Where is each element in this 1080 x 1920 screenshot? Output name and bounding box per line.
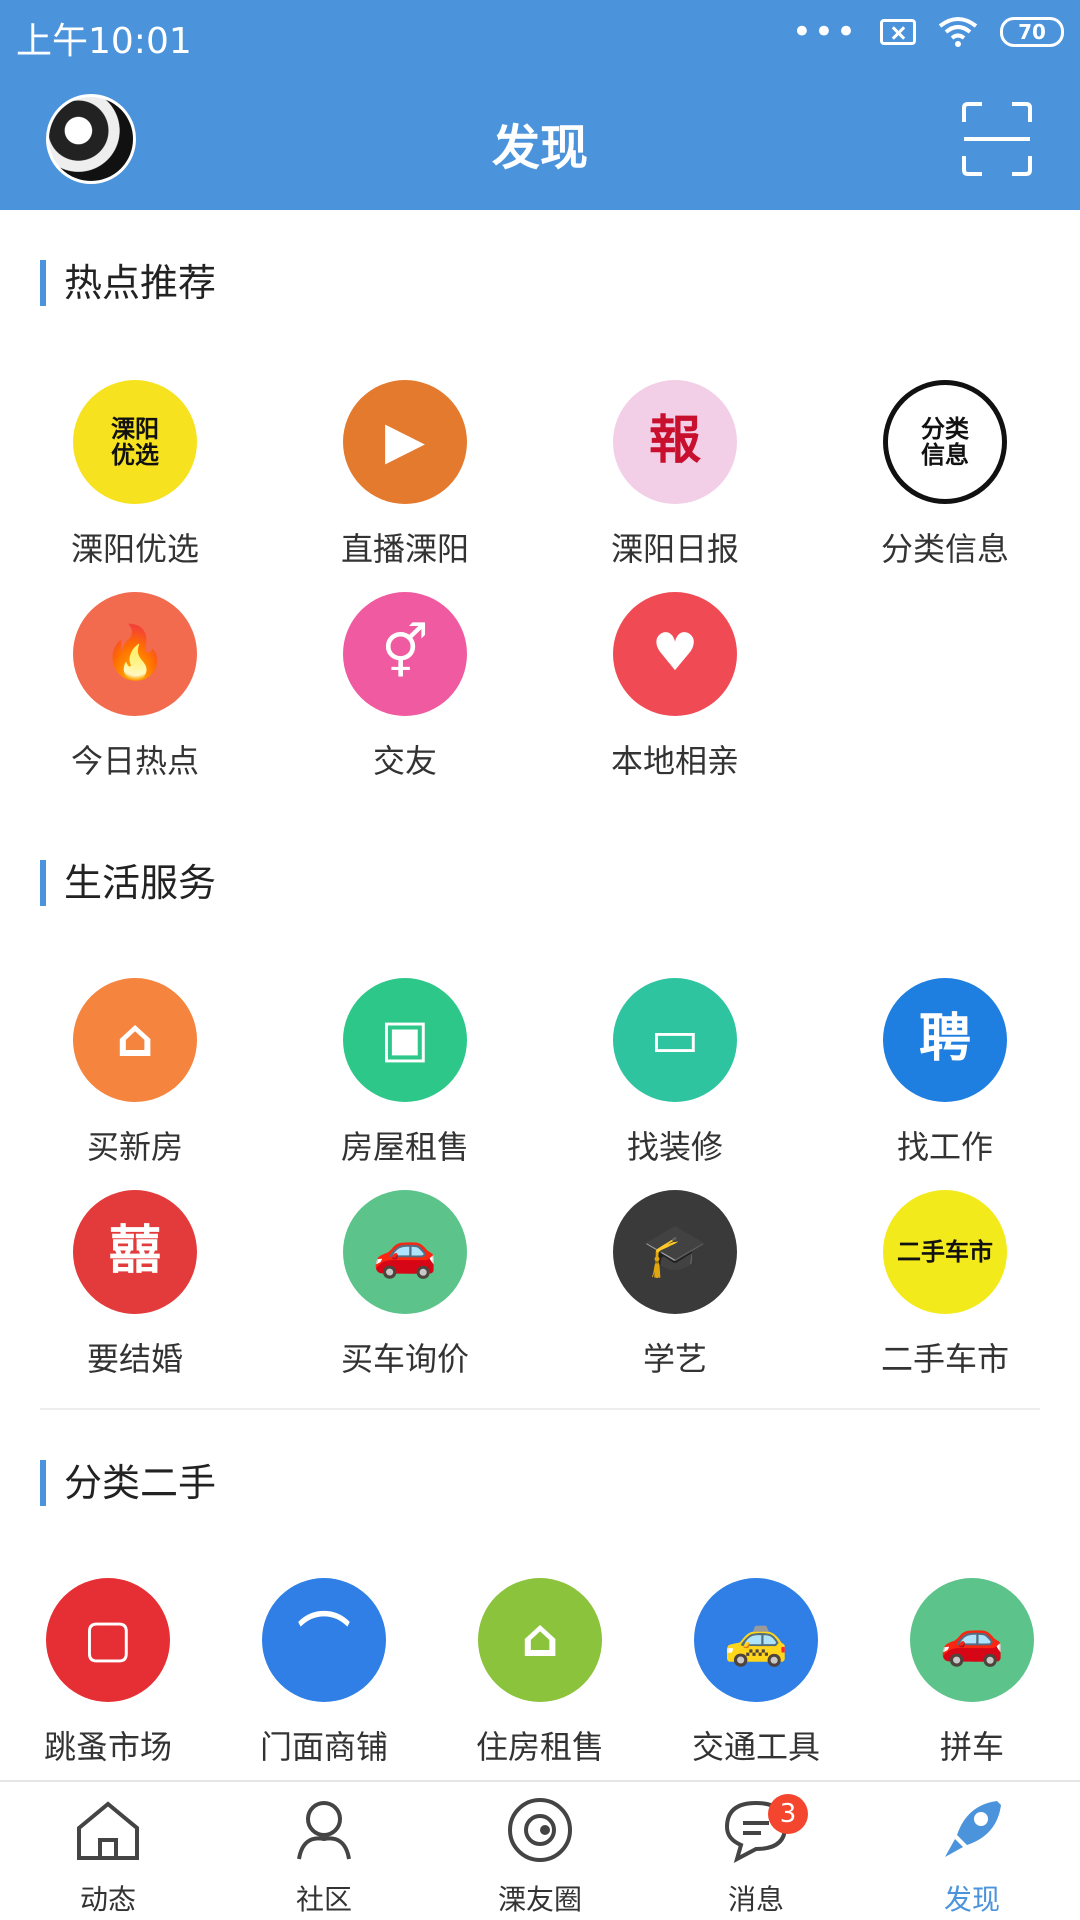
flea-market-icon: ▢ — [46, 1578, 170, 1702]
grid-item-label: 交友 — [372, 742, 437, 780]
liyang-youxuan-icon: 溧阳 优选 — [73, 380, 197, 504]
wifi-icon — [938, 17, 978, 47]
page-title: 发现 — [491, 120, 588, 176]
grid-item-label: 溧阳日报 — [610, 530, 739, 568]
status-bar: 上午10:01 ••• 70 — [0, 0, 1080, 70]
grid-item-video-camera[interactable]: ▶ 直播溧阳 — [270, 380, 540, 570]
grid-item-label: 房屋租售 — [340, 1128, 469, 1166]
battery-icon: 70 — [1000, 17, 1064, 47]
status-time: 上午10:01 — [16, 21, 192, 62]
grid-item-label: 交通工具 — [691, 1728, 820, 1766]
house-key-icon: ⌂ — [478, 1578, 602, 1702]
graduate-icon: 🎓 — [613, 1190, 737, 1314]
recruit-icon: 聘 — [883, 978, 1007, 1102]
tab-label: 发现 — [943, 1883, 1000, 1916]
tab-label: 消息 — [727, 1883, 784, 1916]
rocket-icon — [934, 1794, 1010, 1866]
grid-item-newspaper[interactable]: 報溧阳日报 — [540, 380, 810, 570]
section-title-second-hand: 分类二手 — [40, 1460, 216, 1506]
community-icon — [286, 1794, 362, 1866]
grid-item-label: 本地相亲 — [610, 742, 739, 780]
section-title-hot: 热点推荐 — [40, 260, 216, 306]
circle-icon — [502, 1794, 578, 1866]
newspaper-icon: 報 — [613, 380, 737, 504]
scan-icon[interactable] — [960, 100, 1034, 178]
carpool-icon: 🚗 — [910, 1578, 1034, 1702]
grid-item-house[interactable]: ⌂ 买新房 — [0, 978, 270, 1168]
grid-item-label: 买新房 — [86, 1128, 183, 1166]
grid-item-car[interactable]: 🚗 买车询价 — [270, 1190, 540, 1380]
storefront-icon: ⌒ — [262, 1578, 386, 1702]
grid-item-label: 找工作 — [896, 1128, 993, 1166]
grid-item-taxi[interactable]: 🚕 交通工具 — [648, 1578, 864, 1768]
grid-item-label: 学艺 — [642, 1340, 707, 1378]
grid-item-label: 直播溧阳 — [340, 530, 469, 568]
taxi-icon: 🚕 — [694, 1578, 818, 1702]
bottom-tab-bar: 动态 社区 溧友圈 3 消息 发现 — [0, 1780, 1080, 1920]
grid-item-label: 今日热点 — [70, 742, 199, 780]
grid-item-graduate[interactable]: 🎓 学艺 — [540, 1190, 810, 1380]
grid-item-couple[interactable]: ♥ 本地相亲 — [540, 592, 810, 782]
grid-item-label: 二手车市 — [880, 1340, 1009, 1378]
grid-item-recruit[interactable]: 聘找工作 — [810, 978, 1080, 1168]
grid-item-label: 要结婚 — [86, 1340, 183, 1378]
grid-item-classified-info[interactable]: 分类 信息 分类信息 — [810, 380, 1080, 570]
grid-item-flame[interactable]: 🔥 今日热点 — [0, 592, 270, 782]
tab-messages[interactable]: 3 消息 — [648, 1794, 864, 1918]
tab-discover[interactable]: 发现 — [864, 1794, 1080, 1918]
tab-label: 动态 — [79, 1883, 136, 1916]
tab-label: 溧友圈 — [497, 1883, 582, 1916]
building-icon: ▣ — [343, 978, 467, 1102]
used-car-icon: 二手车市 — [883, 1190, 1007, 1314]
grid-item-label: 找装修 — [626, 1128, 723, 1166]
tab-dynamic[interactable]: 动态 — [0, 1794, 216, 1918]
unread-badge: 3 — [768, 1794, 808, 1834]
grid-item-label: 拼车 — [939, 1728, 1004, 1766]
grid-item-label: 门面商铺 — [259, 1728, 388, 1766]
car-icon: 🚗 — [343, 1190, 467, 1314]
paint-roller-icon: ▭ — [613, 978, 737, 1102]
section-title-life: 生活服务 — [40, 860, 216, 906]
grid-item-label: 分类信息 — [880, 530, 1009, 568]
tab-label: 社区 — [295, 1883, 352, 1916]
grid-item-liyang-youxuan[interactable]: 溧阳 优选 溧阳优选 — [0, 380, 270, 570]
grid-item-carpool[interactable]: 🚗 拼车 — [864, 1578, 1080, 1768]
grid-item-gender[interactable]: ⚥ 交友 — [270, 592, 540, 782]
header-bar: 发现 — [0, 70, 1080, 210]
gender-icon: ⚥ — [343, 592, 467, 716]
grid-item-flea-market[interactable]: ▢ 跳蚤市场 — [0, 1578, 216, 1768]
grid-item-used-car[interactable]: 二手车市 二手车市 — [810, 1190, 1080, 1380]
grid-item-label: 溧阳优选 — [70, 530, 199, 568]
video-camera-icon: ▶ — [343, 380, 467, 504]
tab-circle[interactable]: 溧友圈 — [432, 1794, 648, 1918]
grid-item-paint-roller[interactable]: ▭ 找装修 — [540, 978, 810, 1168]
grid-item-wedding[interactable]: 囍要结婚 — [0, 1190, 270, 1380]
wedding-icon: 囍 — [73, 1190, 197, 1314]
more-dots-icon: ••• — [791, 12, 858, 52]
grid-item-storefront[interactable]: ⌒ 门面商铺 — [216, 1578, 432, 1768]
grid-item-label: 买车询价 — [340, 1340, 469, 1378]
flame-icon: 🔥 — [73, 592, 197, 716]
grid-item-label: 跳蚤市场 — [43, 1728, 172, 1766]
house-icon: ⌂ — [73, 978, 197, 1102]
grid-item-house-key[interactable]: ⌂ 住房租售 — [432, 1578, 648, 1768]
grid-item-label: 住房租售 — [475, 1728, 604, 1766]
couple-icon: ♥ — [613, 592, 737, 716]
no-sim-icon — [880, 19, 916, 45]
divider — [40, 1408, 1040, 1410]
grid-item-building[interactable]: ▣ 房屋租售 — [270, 978, 540, 1168]
classified-info-icon: 分类 信息 — [883, 380, 1007, 504]
tab-community[interactable]: 社区 — [216, 1794, 432, 1918]
home-icon — [70, 1794, 146, 1866]
